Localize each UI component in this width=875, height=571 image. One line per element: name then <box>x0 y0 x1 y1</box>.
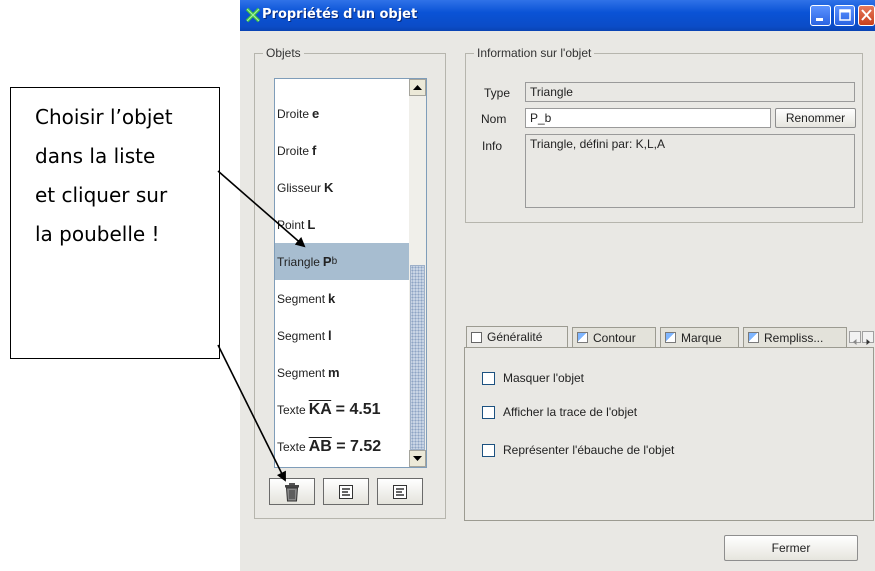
item-type: Segment <box>277 365 326 380</box>
item-name: l <box>328 328 332 343</box>
item-formula: KA = 4.51 <box>309 401 381 419</box>
type-label: Type <box>484 86 511 100</box>
item-formula: AB = 7.52 <box>309 438 381 456</box>
properties-button[interactable] <box>323 478 369 505</box>
arrow-right-icon <box>866 339 870 345</box>
instruction-callout: Choisir l’objet dans la liste et cliquer… <box>10 87 220 359</box>
item-type: Segment <box>277 328 326 343</box>
close-button[interactable]: Fermer <box>724 535 858 561</box>
type-field: Triangle <box>525 82 855 102</box>
list-item[interactable]: Point L <box>275 206 411 243</box>
arrow-down-icon <box>413 456 422 461</box>
callout-line-2: dans la liste <box>35 144 156 168</box>
list-item[interactable]: Segment k <box>275 280 411 317</box>
list-item[interactable]: Segment l <box>275 317 411 354</box>
formula-value: = 4.51 <box>331 400 381 418</box>
minimize-icon <box>816 18 823 21</box>
tab-generalite[interactable]: Généralité <box>466 326 568 347</box>
tab-label: Marque <box>681 330 722 345</box>
formula-value: = 7.52 <box>331 437 382 455</box>
item-subscript: b <box>331 256 338 267</box>
list-item[interactable]: Glisseur K <box>275 169 411 206</box>
rename-button[interactable]: Renommer <box>775 108 856 128</box>
objects-group-title: Objets <box>263 46 304 60</box>
name-input[interactable]: P_b <box>525 108 771 128</box>
list-item[interactable]: Texte KA = 4.51 <box>275 391 411 428</box>
window-title: Propriétés d'un objet <box>262 7 418 22</box>
item-name: K <box>324 180 334 195</box>
app-icon <box>245 7 261 23</box>
list-item[interactable]: Droite f <box>275 132 411 169</box>
fill-tab-icon <box>748 332 759 343</box>
minimize-button[interactable] <box>810 5 831 26</box>
info-field: Triangle, défini par: K,L,A <box>525 134 855 208</box>
trash-icon <box>285 482 299 501</box>
objects-list[interactable]: Droite e Droite f Glisseur K Point L Triangl… <box>274 78 427 468</box>
tab-scroll-left[interactable] <box>849 331 861 345</box>
item-type: Point <box>277 217 305 232</box>
properties-window: Propriétés d'un objet Objets Droite e Dro… <box>240 0 875 571</box>
maximize-button[interactable] <box>834 5 855 26</box>
contour-tab-icon <box>577 332 588 343</box>
item-type: Droite <box>277 143 310 158</box>
item-type: Droite <box>277 106 310 121</box>
item-name: k <box>328 291 336 306</box>
maximize-icon <box>839 9 851 21</box>
item-type: Texte <box>277 439 306 454</box>
tab-contour[interactable]: Contour <box>572 327 656 347</box>
arrow-up-icon <box>413 85 422 90</box>
list-item[interactable]: Texte AB = 7.52 <box>275 428 411 465</box>
delete-button[interactable] <box>269 478 315 505</box>
arrow-left-icon <box>853 339 857 345</box>
info-label: Info <box>482 139 503 153</box>
formula-overline: AB <box>308 437 332 455</box>
tab-label: Rempliss... <box>764 330 824 345</box>
option-label: Afficher la trace de l'objet <box>503 405 638 419</box>
properties-icon <box>393 484 407 499</box>
option-draft[interactable]: Représenter l'ébauche de l'objet <box>482 443 674 457</box>
option-label: Représenter l'ébauche de l'objet <box>503 443 675 457</box>
list-item[interactable]: Droite e <box>275 95 411 132</box>
item-type: Glisseur <box>277 180 322 195</box>
callout-line-4: la poubelle ! <box>35 222 160 246</box>
list-item[interactable]: Segment m <box>275 354 411 391</box>
item-type: Triangle <box>277 254 320 269</box>
item-type: Texte <box>277 402 306 417</box>
tab-marque[interactable]: Marque <box>660 327 739 347</box>
callout-line-1: Choisir l’objet <box>35 105 173 129</box>
checkbox[interactable] <box>482 443 495 457</box>
name-label: Nom <box>481 112 507 126</box>
checkbox[interactable] <box>482 371 495 385</box>
close-icon <box>861 9 872 21</box>
option-show-trace[interactable]: Afficher la trace de l'objet <box>482 405 637 419</box>
item-name: P <box>322 254 332 269</box>
checkbox[interactable] <box>482 405 495 419</box>
option-label: Masquer l'objet <box>503 371 584 385</box>
properties-icon <box>339 484 353 499</box>
item-name: m <box>328 365 340 380</box>
title-bar[interactable]: Propriétés d'un objet <box>240 0 875 31</box>
close-window-button[interactable] <box>858 5 875 26</box>
scroll-thumb[interactable] <box>410 265 425 450</box>
general-tab-icon <box>471 331 482 343</box>
callout-line-3: et cliquer sur <box>35 183 168 207</box>
tab-scroll-right[interactable] <box>862 331 874 345</box>
marque-tab-icon <box>665 332 676 343</box>
tab-label: Généralité <box>487 330 543 344</box>
properties-button-2[interactable] <box>377 478 423 505</box>
list-item-selected[interactable]: Triangle Pb <box>275 243 411 280</box>
option-hide-object[interactable]: Masquer l'objet <box>482 371 584 385</box>
item-name: f <box>312 143 317 158</box>
tab-label: Contour <box>593 330 636 345</box>
scroll-down-button[interactable] <box>409 450 426 467</box>
info-group-title: Information sur l'objet <box>474 46 595 60</box>
item-name: e <box>312 106 320 121</box>
vertical-scrollbar[interactable] <box>409 79 426 467</box>
tab-remplissage[interactable]: Rempliss... <box>743 327 847 347</box>
scroll-up-button[interactable] <box>409 79 426 96</box>
item-name: L <box>307 217 316 232</box>
formula-overline: KA <box>308 400 332 418</box>
item-type: Segment <box>277 291 326 306</box>
